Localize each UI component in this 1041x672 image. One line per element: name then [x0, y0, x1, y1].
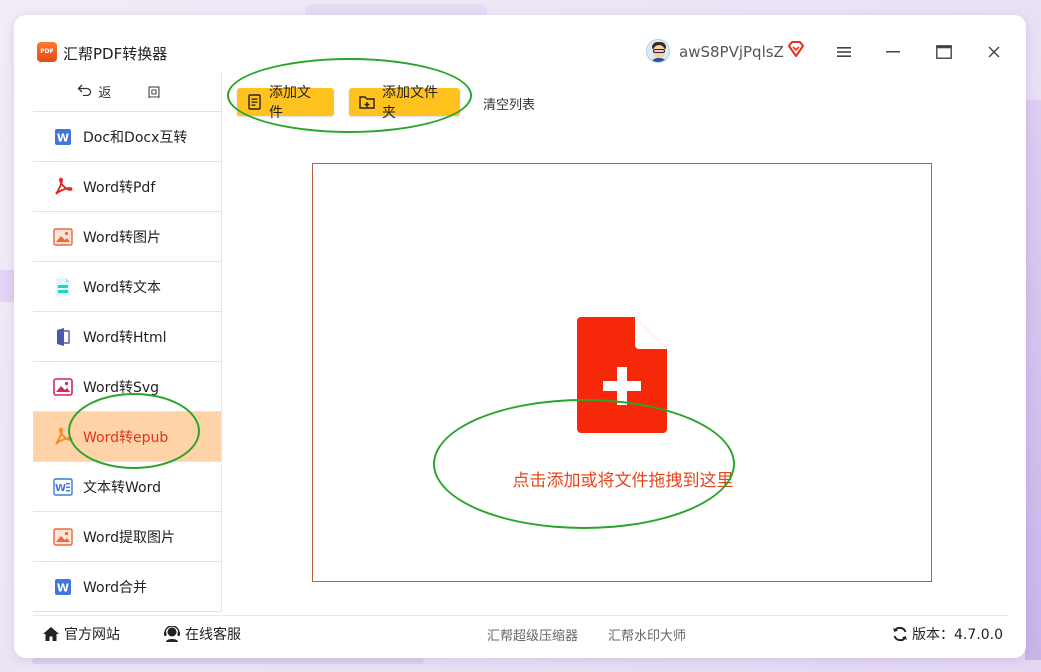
- sidebar-item-word-merge[interactable]: W Word合并: [33, 562, 221, 612]
- title-bar: PDF 汇帮PDF转换器 awS8PVjPqlsZ: [14, 15, 1026, 71]
- drop-hint-text: 点击添加或将文件拖拽到这里: [512, 471, 734, 491]
- add-file-icon: [247, 94, 263, 110]
- add-folder-button[interactable]: 添加文件夹: [349, 85, 460, 121]
- official-website-link[interactable]: 官方网站: [42, 624, 120, 644]
- background-decoration: [1025, 100, 1041, 660]
- username[interactable]: awS8PVjPqlsZ: [679, 43, 784, 61]
- sidebar-item-word-epub[interactable]: Word转epub: [33, 412, 221, 462]
- file-drop-zone[interactable]: 点击添加或将文件拖拽到这里: [312, 163, 932, 582]
- refresh-icon: [892, 626, 908, 642]
- online-support-link[interactable]: 在线客服: [163, 624, 241, 644]
- website-label: 官方网站: [64, 627, 120, 643]
- sidebar-item-word-extract-image[interactable]: Word提取图片: [33, 512, 221, 562]
- back-button[interactable]: 返 回: [33, 72, 221, 112]
- sidebar-item-label: Word转epub: [83, 429, 169, 446]
- sidebar-item-word-text[interactable]: Word转文本: [33, 262, 221, 312]
- version-info[interactable]: 版本：4.7.0.0: [892, 624, 1003, 644]
- app-logo-icon: PDF: [37, 42, 57, 62]
- svg-icon: [53, 377, 73, 397]
- add-file-label: 添加文件: [269, 85, 311, 121]
- background-decoration: [32, 658, 424, 664]
- add-document-icon: [577, 317, 667, 437]
- word-icon: W: [53, 127, 73, 147]
- text-to-word-icon: W: [53, 477, 73, 497]
- html-icon: [53, 327, 73, 347]
- support-label: 在线客服: [185, 627, 241, 643]
- vip-diamond-icon[interactable]: [787, 41, 805, 61]
- sidebar-item-label: Doc和Docx互转: [83, 129, 188, 146]
- sidebar-item-word-html[interactable]: Word转Html: [33, 312, 221, 362]
- svg-text:W: W: [55, 483, 66, 494]
- clear-list-button[interactable]: 清空列表: [483, 94, 535, 113]
- watermark-link[interactable]: 汇帮水印大师: [608, 625, 686, 644]
- image-icon: [53, 227, 73, 247]
- status-bar: 官方网站 在线客服 汇帮超级压缩器 汇帮水印大师 版本：4.7.0.0: [33, 615, 1009, 649]
- maximize-icon[interactable]: [929, 37, 959, 67]
- compressor-link[interactable]: 汇帮超级压缩器: [487, 625, 578, 644]
- back-label: 返 回: [98, 86, 177, 101]
- sidebar-item-label: Word转文本: [83, 279, 161, 296]
- close-icon[interactable]: [979, 37, 1009, 67]
- pdf-icon: [53, 177, 73, 197]
- sidebar-item-label: Word转Html: [83, 329, 167, 346]
- user-avatar[interactable]: [646, 39, 670, 63]
- version-label: 版本：4.7.0.0: [912, 627, 1003, 643]
- text-icon: [53, 277, 73, 297]
- app-title: 汇帮PDF转换器: [63, 45, 168, 63]
- sidebar-item-label: Word转图片: [83, 229, 161, 246]
- sidebar-item-text-word[interactable]: W 文本转Word: [33, 462, 221, 512]
- sidebar-item-label: Word提取图片: [83, 529, 175, 546]
- sidebar-item-label: Word转Svg: [83, 379, 160, 396]
- add-folder-label: 添加文件夹: [382, 85, 438, 121]
- word-icon: W: [53, 577, 73, 597]
- svg-text:W: W: [57, 131, 69, 144]
- sidebar-item-word-pdf[interactable]: Word转Pdf: [33, 162, 221, 212]
- back-arrow-icon: [77, 83, 92, 100]
- add-folder-icon: [359, 94, 376, 110]
- sidebar-item-word-image[interactable]: Word转图片: [33, 212, 221, 262]
- sidebar-item-doc-docx[interactable]: W Doc和Docx互转: [33, 112, 221, 162]
- sidebar-item-label: Word转Pdf: [83, 179, 156, 196]
- image-icon: [53, 527, 73, 547]
- headset-icon: [163, 626, 181, 642]
- minimize-icon[interactable]: [878, 37, 908, 67]
- epub-icon: [53, 427, 73, 447]
- svg-text:W: W: [57, 581, 69, 594]
- sidebar: 返 回 W Doc和Docx互转 Word转Pdf Word转图片 Word转文…: [33, 72, 222, 612]
- sidebar-item-label: 文本转Word: [83, 479, 161, 496]
- sidebar-item-label: Word合并: [83, 579, 147, 596]
- sidebar-item-word-svg[interactable]: Word转Svg: [33, 362, 221, 412]
- home-icon: [42, 626, 60, 642]
- app-window: PDF 汇帮PDF转换器 awS8PVjPqlsZ 返 回 W Doc和Docx…: [14, 15, 1026, 658]
- add-file-button[interactable]: 添加文件: [237, 85, 334, 121]
- menu-icon[interactable]: [829, 37, 859, 67]
